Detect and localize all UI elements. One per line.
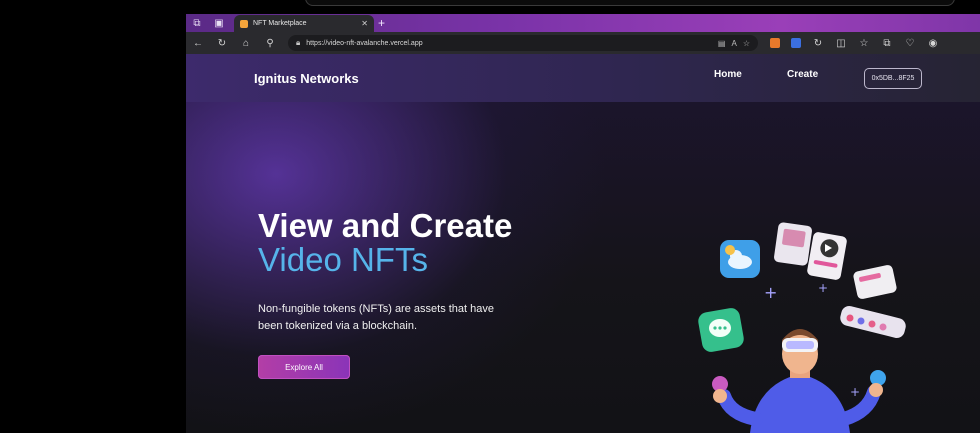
search-icon[interactable]: ⚲ (264, 38, 276, 49)
close-icon[interactable]: ✕ (361, 19, 368, 28)
extension-icon[interactable] (791, 38, 801, 48)
site-brand[interactable]: Ignitus Networks (254, 71, 359, 86)
cloud-tile-icon (720, 240, 760, 278)
vr-character-illustration: + + + (698, 222, 906, 433)
site-navbar: Ignitus Networks Home Create 0x5DB...8F2… (186, 54, 980, 102)
collections-icon[interactable]: ⧉ (881, 38, 893, 49)
explore-all-button[interactable]: Explore All (258, 355, 350, 379)
favorite-star-icon[interactable]: ☆ (743, 39, 750, 48)
read-aloud-icon[interactable]: A (731, 39, 736, 48)
refresh-icon[interactable]: ↻ (216, 38, 228, 49)
browser-essentials-icon[interactable]: ♡ (904, 38, 916, 49)
sparkle-icon: + (764, 283, 777, 302)
tab-strip: ⧉ ▣ NFT Marketplace ✕ + (186, 14, 980, 32)
profile-icon[interactable]: ◉ (927, 38, 939, 49)
lock-icon: 🔒︎ (296, 38, 301, 47)
nav-link-home[interactable]: Home (714, 69, 742, 80)
screen: ⧉ ▣ NFT Marketplace ✕ + ← ↻ ⌂ ⚲ 🔒︎ https… (0, 0, 980, 433)
new-tab-icon[interactable]: + (378, 15, 385, 31)
top-search-bar[interactable] (305, 0, 955, 6)
back-icon[interactable]: ← (192, 38, 204, 49)
workspaces-icon[interactable]: ⧉ (186, 14, 208, 32)
reader-view-icon[interactable]: ▤ (718, 39, 726, 48)
home-icon[interactable]: ⌂ (240, 38, 252, 49)
nav-link-create[interactable]: Create (787, 69, 818, 80)
hero-title: View and Create (258, 207, 513, 244)
video-card-icon (807, 232, 847, 280)
sparkle-icon: + (818, 281, 828, 295)
color-palette-icon (840, 306, 906, 338)
refresh-extension-icon[interactable]: ↻ (812, 38, 824, 49)
wallet-address-button[interactable]: 0x5DB...8F25 (864, 68, 922, 89)
tab-actions-icon[interactable]: ▣ (208, 14, 230, 32)
favicon-icon (240, 19, 248, 28)
web-page: Ignitus Networks Home Create 0x5DB...8F2… (186, 54, 980, 433)
address-bar: ← ↻ ⌂ ⚲ 🔒︎ https://video-nft-avalanche.v… (186, 32, 980, 54)
hero-subtitle: Video NFTs (258, 241, 428, 278)
favorites-icon[interactable]: ☆ (858, 38, 870, 49)
payment-card-icon (853, 265, 897, 299)
split-screen-icon[interactable]: ◫ (835, 38, 847, 49)
metamask-extension-icon[interactable] (770, 38, 780, 48)
tab-nft-marketplace[interactable]: NFT Marketplace ✕ (234, 15, 374, 32)
hero-description: Non-fungible tokens (NFTs) are assets th… (258, 303, 495, 332)
image-card-icon (774, 222, 812, 266)
browser-window: ⧉ ▣ NFT Marketplace ✕ + ← ↻ ⌂ ⚲ 🔒︎ https… (186, 14, 980, 433)
chat-tile-icon (698, 308, 744, 352)
url-text: https://video-nft-avalanche.vercel.app (306, 39, 423, 47)
sparkle-icon: + (850, 385, 860, 399)
tab-title: NFT Marketplace (253, 20, 307, 27)
url-input[interactable]: 🔒︎ https://video-nft-avalanche.vercel.ap… (288, 35, 758, 51)
